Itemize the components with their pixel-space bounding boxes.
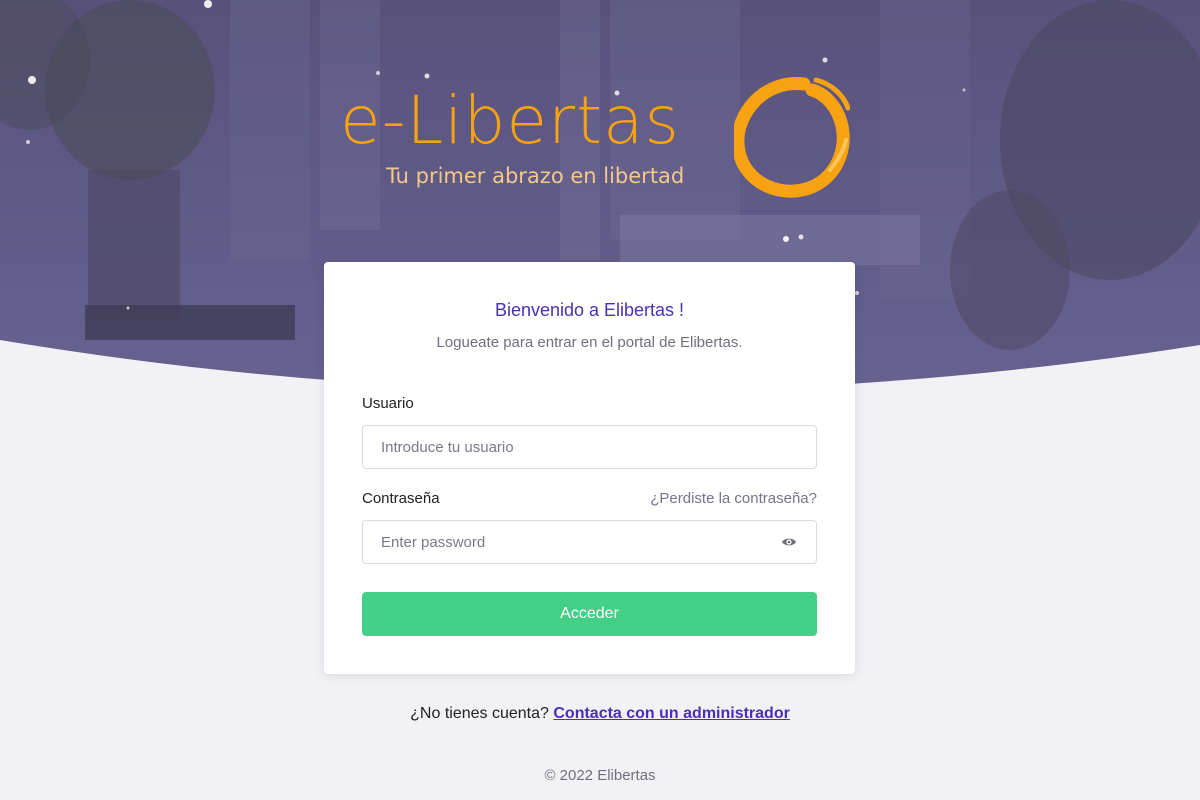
password-input[interactable]	[362, 520, 817, 564]
login-button[interactable]: Acceder	[362, 592, 817, 636]
card-subtitle: Logueate para entrar en el portal de Eli…	[436, 334, 743, 351]
username-label: Usuario	[362, 395, 414, 412]
logo-circle-icon	[734, 77, 850, 198]
logo-tagline: Tu primer abrazo en libertad	[386, 164, 685, 188]
contact-admin-link[interactable]: Contacta con un administrador	[553, 705, 789, 722]
signup-prompt: ¿No tienes cuenta? Contacta con un admin…	[0, 705, 1200, 723]
signup-prompt-text: ¿No tienes cuenta?	[410, 705, 554, 722]
password-label: Contraseña	[362, 490, 440, 507]
eye-icon[interactable]	[781, 535, 797, 549]
brand-logo: e-Libertas Tu primer abrazo en libertad	[340, 74, 860, 204]
card-title: Bienvenido a Elibertas !	[494, 300, 685, 320]
login-card: Bienvenido a Elibertas ! Logueate para e…	[324, 262, 855, 674]
logo-text: e-Libertas	[340, 82, 680, 159]
username-input[interactable]	[362, 425, 817, 469]
forgot-password-link[interactable]: ¿Perdiste la contraseña?	[650, 490, 817, 507]
footer-copyright: © 2022 Elibertas	[544, 767, 656, 784]
